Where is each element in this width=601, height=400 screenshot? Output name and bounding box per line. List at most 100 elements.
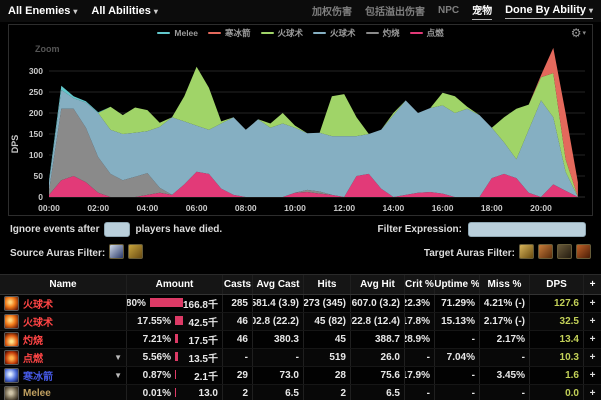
legend-item-5[interactable]: 灼烧 <box>366 27 400 39</box>
topbar-option-1[interactable]: 加权伤害 <box>312 3 352 20</box>
cell-dps: 0.0 <box>529 385 583 400</box>
source-aura-icon-1[interactable] <box>109 244 124 259</box>
col-header-6[interactable]: Avg Hit <box>350 275 404 294</box>
chevron-down-icon: ▾ <box>589 6 593 15</box>
amount-value: 17.5千 <box>189 332 218 347</box>
cell-crit: 28.9% <box>404 331 434 348</box>
cell-dps: 13.4 <box>529 331 583 348</box>
cell-avg-hit: 388.7 <box>350 331 404 348</box>
cell-dps: 10.3 <box>529 349 583 366</box>
legend-item-6[interactable]: 点燃 <box>410 27 444 39</box>
legend-item-4[interactable]: 火球术 <box>313 27 356 39</box>
filter-section: Ignore events after players have died. F… <box>0 216 601 273</box>
cell-dps: 1.6 <box>529 367 583 384</box>
cell-avg-cast: 6.5 <box>252 385 303 400</box>
svg-text:200: 200 <box>29 108 43 118</box>
cell-dps: 127.6 <box>529 295 583 312</box>
cell-casts: 285 <box>222 295 252 312</box>
cell-name: Melee <box>0 385 126 400</box>
col-header-2[interactable]: Amount <box>126 275 222 294</box>
target-aura-icon-1[interactable] <box>519 244 534 259</box>
legend-label: 火球术 <box>278 27 304 39</box>
amount-bar <box>175 334 178 343</box>
cell-crit: - <box>404 385 434 400</box>
amount-value: 166.8千 <box>183 296 218 311</box>
svg-text:50: 50 <box>34 171 44 181</box>
table-row: 灼烧7.21%17.5千46380.345388.728.9%-2.17%13.… <box>0 331 601 349</box>
source-auras-icons <box>105 244 143 262</box>
ability-name[interactable]: 火球术 <box>23 296 53 311</box>
cell-avg-cast: 380.3 <box>252 331 303 348</box>
legend-item-1[interactable]: Melee <box>157 28 198 38</box>
legend-item-3[interactable]: 火球术 <box>261 27 304 39</box>
col-header-10[interactable]: DPS <box>529 275 583 294</box>
legend-label: 寒冰箭 <box>225 27 251 39</box>
damage-by-ability-table: NameAmountCastsAvg CastHitsAvg HitCrit %… <box>0 274 601 400</box>
add-pin-button[interactable]: + <box>583 313 601 330</box>
expand-caret-icon[interactable]: ▼ <box>114 353 122 362</box>
ability-name[interactable]: 火球术 <box>23 314 53 329</box>
legend-swatch <box>261 32 274 34</box>
filter-expression-input[interactable] <box>468 222 586 237</box>
ability-name[interactable]: 点燃 <box>23 350 43 365</box>
add-pin-button[interactable]: + <box>583 367 601 384</box>
svg-text:18:00: 18:00 <box>481 203 503 213</box>
amount-percent: 7.21% <box>131 334 171 345</box>
abilities-dropdown-label: All Abilities <box>91 5 151 17</box>
dps-area-chart[interactable]: 05010015020025030000:0002:0004:0006:0008… <box>9 41 592 215</box>
topbar-option-2[interactable]: 包括溢出伤害 <box>365 3 425 20</box>
target-auras-icons <box>515 244 591 262</box>
col-header-4[interactable]: Avg Cast <box>252 275 303 294</box>
target-aura-icon-3[interactable] <box>557 244 572 259</box>
cell-casts: 29 <box>222 367 252 384</box>
topbar-option-4[interactable]: 宠物 <box>472 2 492 20</box>
col-header-3[interactable]: Casts <box>222 275 252 294</box>
col-header-7[interactable]: Crit % <box>404 275 434 294</box>
col-header-11[interactable]: + <box>583 275 601 294</box>
fireball-ability-icon <box>4 296 19 311</box>
table-row: Melee0.01%13.026.526.5---0.0+ <box>0 385 601 400</box>
expand-caret-icon[interactable]: ▼ <box>114 371 122 380</box>
col-header-5[interactable]: Hits <box>303 275 350 294</box>
ability-name[interactable]: Melee <box>23 388 51 399</box>
source-aura-icon-2[interactable] <box>128 244 143 259</box>
topbar-option-3[interactable]: NPC <box>438 5 459 18</box>
svg-text:300: 300 <box>29 66 43 76</box>
amount-bar-track <box>171 388 199 400</box>
deaths-count-input[interactable] <box>104 222 130 237</box>
target-aura-icon-2[interactable] <box>538 244 553 259</box>
chart-legend-bar: Melee寒冰箭火球术火球术灼烧点燃 ⚙▾ <box>9 25 592 41</box>
legend-item-2[interactable]: 寒冰箭 <box>208 27 251 39</box>
amount-bar-track <box>171 334 189 346</box>
legend-label: 点燃 <box>427 27 444 39</box>
ability-name[interactable]: 灼烧 <box>23 332 43 347</box>
abilities-dropdown[interactable]: All Abilities▾ <box>91 5 158 17</box>
add-pin-button[interactable]: + <box>583 331 601 348</box>
add-pin-button[interactable]: + <box>583 385 601 400</box>
svg-text:12:00: 12:00 <box>333 203 355 213</box>
col-header-9[interactable]: Miss % <box>479 275 529 294</box>
cell-hits: 45 <box>303 331 350 348</box>
chart-settings-gear[interactable]: ⚙▾ <box>571 26 586 40</box>
svg-text:DPS: DPS <box>10 135 20 154</box>
cell-amount: 68.80%166.8千 <box>126 295 222 312</box>
cell-uptime: 7.04% <box>434 349 479 366</box>
add-pin-button[interactable]: + <box>583 295 601 312</box>
cell-casts: 46 <box>222 331 252 348</box>
scorch-ability-icon <box>4 332 19 347</box>
col-header-1[interactable]: Name <box>0 275 126 294</box>
col-header-8[interactable]: Uptime % <box>434 275 479 294</box>
enemies-dropdown[interactable]: All Enemies▾ <box>8 5 77 17</box>
target-aura-icon-4[interactable] <box>576 244 591 259</box>
cell-casts: - <box>222 349 252 366</box>
cell-uptime: - <box>434 385 479 400</box>
cell-miss: 4.21% (-) <box>479 295 529 312</box>
add-pin-button[interactable]: + <box>583 349 601 366</box>
source-auras-label: Source Auras Filter: <box>10 248 105 259</box>
ability-name[interactable]: 寒冰箭 <box>23 368 53 383</box>
view-mode-dropdown[interactable]: Done By Ability▾ <box>505 4 593 19</box>
cell-crit: 22.3% <box>404 295 434 312</box>
dps-chart-panel: Melee寒冰箭火球术火球术灼烧点燃 ⚙▾ 050100150200250300… <box>8 24 593 216</box>
cell-hits: 519 <box>303 349 350 366</box>
cell-dps: 32.5 <box>529 313 583 330</box>
